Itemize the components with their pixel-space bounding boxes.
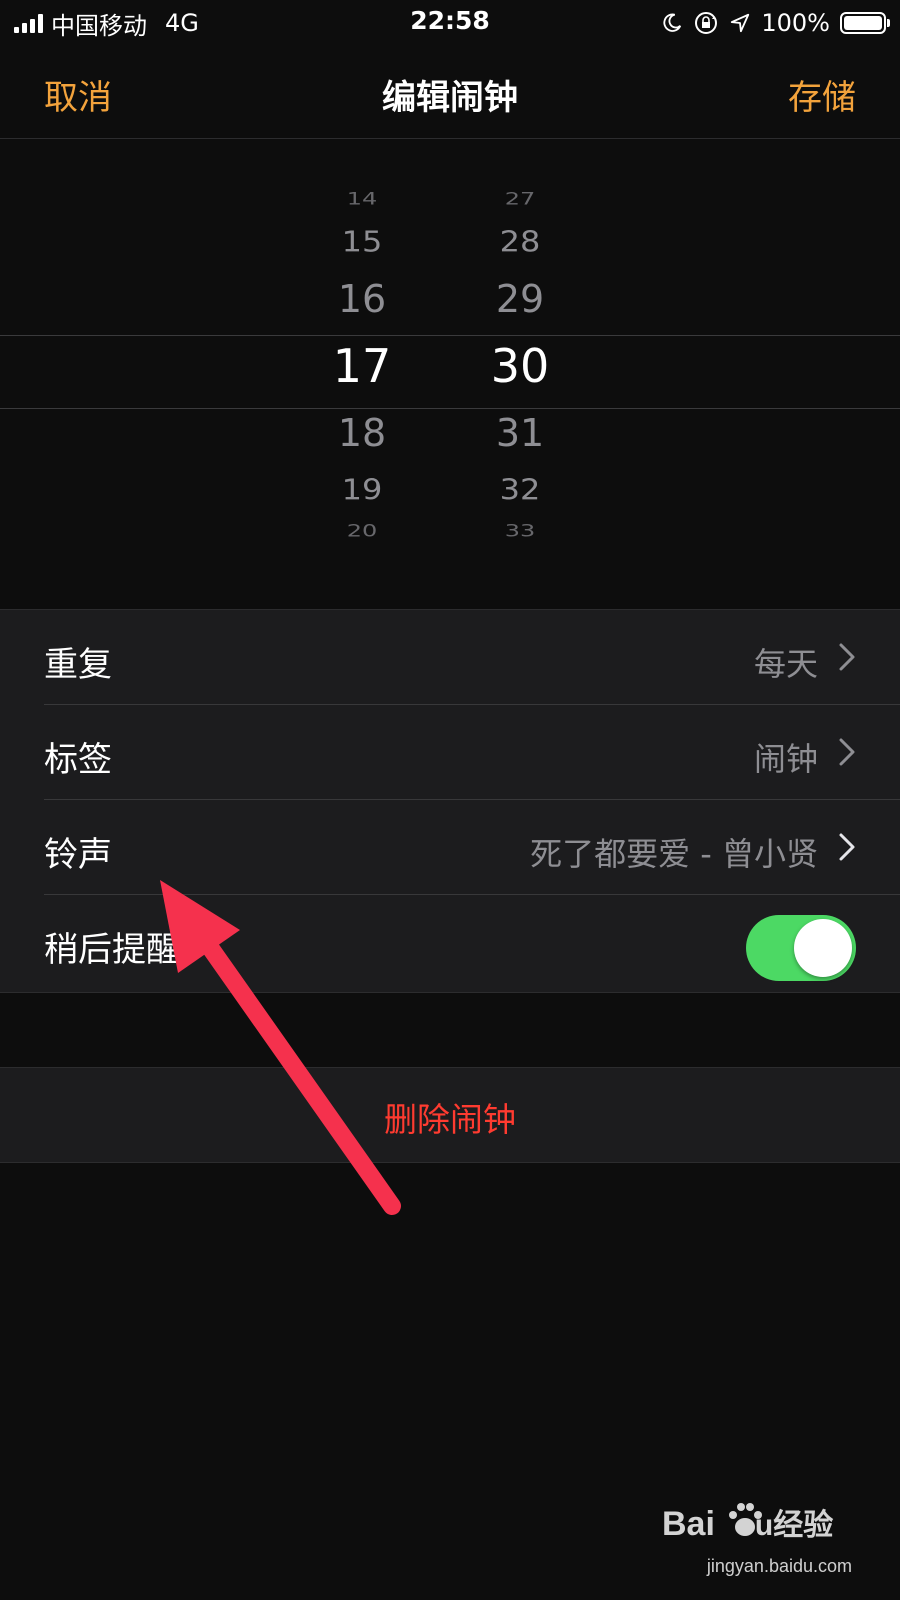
save-button[interactable]: 存储 (788, 70, 856, 119)
picker-minute[interactable]: 31 (460, 411, 580, 455)
page-title: 编辑闹钟 (382, 78, 518, 118)
picker-minute[interactable]: 27 (460, 189, 580, 209)
toggle-knob (794, 919, 852, 977)
label-value: 闹钟 (753, 740, 818, 778)
picker-hour[interactable]: 14 (302, 189, 422, 209)
picker-selection-band (0, 335, 900, 409)
picker-minute[interactable]: 29 (460, 277, 580, 321)
snooze-row: 稍后提醒 (0, 895, 900, 990)
alarm-settings-group: 重复 每天 标签 闹钟 铃声 死了都要爱 - 曾小贤 稍后提醒 (0, 609, 900, 993)
snooze-toggle[interactable] (746, 915, 856, 981)
paw-logo-icon (729, 1503, 762, 1536)
delete-group: 删除闹钟 (0, 1067, 900, 1163)
status-bar: 中国移动 4G 22:58 100% (0, 0, 900, 46)
repeat-row[interactable]: 重复 每天 (0, 610, 900, 705)
repeat-value: 每天 (753, 645, 818, 683)
sound-value: 死了都要爱 - 曾小贤 (530, 835, 818, 873)
time-picker[interactable]: 14 15 16 17 18 19 20 27 28 29 30 31 32 3… (0, 139, 900, 609)
battery-percent: 100% (761, 9, 830, 37)
picker-minute[interactable]: 28 (460, 225, 580, 258)
label-label: 标签 (44, 740, 112, 780)
moon-icon (663, 13, 682, 32)
picker-hour[interactable]: 19 (302, 473, 422, 506)
picker-hour[interactable]: 18 (302, 411, 422, 455)
sound-label: 铃声 (44, 835, 112, 875)
picker-hour[interactable]: 16 (302, 277, 422, 321)
orientation-lock-icon (695, 12, 718, 34)
chevron-right-icon (839, 738, 855, 766)
selected-hour[interactable]: 17 (302, 339, 422, 393)
picker-hour[interactable]: 20 (302, 521, 422, 541)
picker-minute[interactable]: 32 (460, 473, 580, 506)
delete-alarm-button[interactable]: 删除闹钟 (0, 1093, 900, 1141)
sound-row[interactable]: 铃声 死了都要爱 - 曾小贤 (0, 800, 900, 895)
watermark-site: jingyan.baidu.com (706, 1556, 852, 1576)
picker-hour[interactable]: 15 (302, 225, 422, 258)
battery-icon (840, 12, 890, 34)
hour-wheel[interactable]: 14 15 16 17 18 19 20 (302, 139, 422, 609)
status-icons: 100% (661, 6, 890, 40)
snooze-label: 稍后提醒 (44, 930, 180, 970)
label-row[interactable]: 标签 闹钟 (0, 705, 900, 800)
chevron-right-icon (839, 643, 855, 671)
nav-bar: 取消 编辑闹钟 存储 (0, 46, 900, 139)
location-arrow-icon (731, 13, 750, 33)
selected-minute[interactable]: 30 (460, 339, 580, 393)
picker-minute[interactable]: 33 (460, 521, 580, 541)
chevron-right-icon (839, 833, 855, 861)
minute-wheel[interactable]: 27 28 29 30 31 32 33 (460, 139, 580, 609)
repeat-label: 重复 (44, 645, 112, 685)
baidu-watermark: Bai u经验 jingyan.baidu.com (662, 1500, 852, 1590)
